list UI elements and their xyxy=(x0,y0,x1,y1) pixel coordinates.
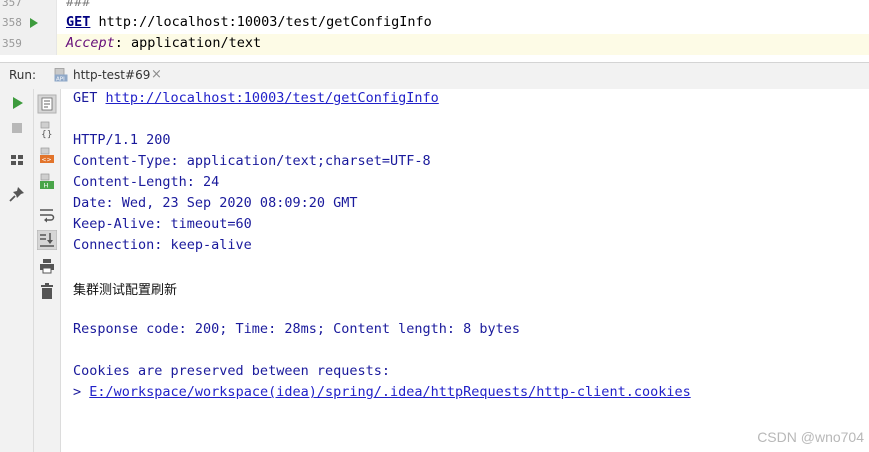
request-method: GET xyxy=(66,14,91,30)
tab-title: http-test#69 xyxy=(73,68,151,82)
line-number: 357 xyxy=(2,0,22,9)
console-request-url[interactable]: http://localhost:10003/test/getConfigInf… xyxy=(106,90,439,106)
h-file-icon[interactable]: H xyxy=(37,172,57,192)
svg-text:<>: <> xyxy=(42,157,52,164)
line-number: 359 xyxy=(2,37,22,50)
run-request-icon[interactable] xyxy=(30,18,38,28)
svg-text:{}: {} xyxy=(41,130,52,140)
request-line: GET http://localhost:10003/test/getConfi… xyxy=(73,90,439,106)
print-icon[interactable] xyxy=(37,256,57,276)
line-gutter: 359 xyxy=(0,34,57,55)
soft-wrap-icon[interactable] xyxy=(37,204,57,224)
cookies-prefix: > xyxy=(73,384,90,400)
status-line: HTTP/1.1 200 xyxy=(73,132,171,148)
header-name: Accept xyxy=(66,35,115,51)
html-file-icon[interactable]: <> xyxy=(37,146,57,166)
svg-text:H: H xyxy=(44,182,49,190)
response-header: Connection: keep-alive xyxy=(73,237,252,253)
editor-line-359: 359 Accept: application/text xyxy=(0,34,869,55)
trash-icon[interactable] xyxy=(37,281,57,301)
header-value: : application/text xyxy=(114,35,262,51)
stop-icon[interactable] xyxy=(7,118,27,138)
cookies-note: Cookies are preserved between requests: xyxy=(73,363,390,379)
run-toolbar-right: {} <> H xyxy=(34,89,61,452)
response-header: Date: Wed, 23 Sep 2020 08:09:20 GMT xyxy=(73,195,358,211)
json-file-icon[interactable]: {} xyxy=(37,120,57,140)
request-line[interactable]: GET http://localhost:10003/test/getConfi… xyxy=(66,14,432,30)
tab-http-test[interactable]: API http-test#69 × xyxy=(52,63,172,89)
response-header: Content-Type: application/text;charset=U… xyxy=(73,153,431,169)
run-label: Run: xyxy=(9,68,37,82)
cookies-line: > E:/workspace/workspace(idea)/spring/.i… xyxy=(73,384,691,400)
response-header: Content-Length: 24 xyxy=(73,174,220,190)
editor-line-358: 358 GET http://localhost:10003/test/getC… xyxy=(0,13,869,34)
rerun-icon[interactable] xyxy=(7,93,27,113)
svg-text:API: API xyxy=(56,77,65,83)
console-output: GET http://localhost:10003/test/getConfi… xyxy=(61,89,869,452)
line-number: 358 xyxy=(2,16,22,29)
document-icon[interactable] xyxy=(37,94,57,114)
request-url: http://localhost:10003/test/getConfigInf… xyxy=(98,14,432,30)
line-gutter: 357 xyxy=(0,0,57,14)
pin-icon[interactable] xyxy=(7,184,27,204)
cookies-file-link[interactable]: E:/workspace/workspace(idea)/spring/.ide… xyxy=(89,384,690,400)
line-gutter: 358 xyxy=(0,13,57,34)
watermark: CSDN @wno704 xyxy=(757,429,864,445)
editor: 357 ### 358 GET http://localhost:10003/t… xyxy=(0,0,869,56)
response-body: 集群测试配置刷新 xyxy=(73,283,178,298)
editor-line-357: 357 ### xyxy=(0,0,869,14)
layout-icon[interactable] xyxy=(7,150,27,170)
header-line[interactable]: Accept: application/text xyxy=(66,35,261,51)
run-tool-window-header: Run: API http-test#69 × xyxy=(0,62,869,90)
api-file-icon: API xyxy=(54,68,68,82)
run-toolbar-left xyxy=(0,89,34,452)
code-text: ### xyxy=(66,0,91,10)
close-icon[interactable]: × xyxy=(151,67,162,82)
console-request-method: GET xyxy=(73,90,98,106)
scroll-to-end-icon[interactable] xyxy=(37,230,57,250)
response-header: Keep-Alive: timeout=60 xyxy=(73,216,252,232)
response-summary: Response code: 200; Time: 28ms; Content … xyxy=(73,321,521,337)
